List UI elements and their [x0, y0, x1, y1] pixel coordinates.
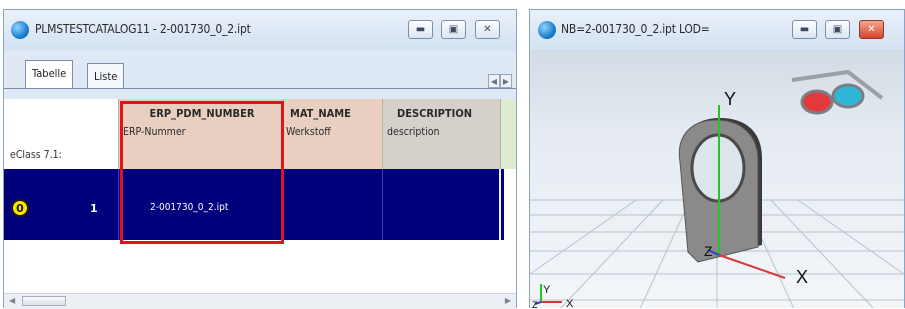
- catalog-window: PLMSTESTCATALOG11 - 2-001730_0_2.ipt ▬ ▣…: [3, 9, 517, 309]
- close-button[interactable]: ✕: [475, 20, 500, 39]
- 3d-glasses-icon[interactable]: [791, 69, 884, 115]
- column-header-description[interactable]: DESCRIPTION description: [383, 99, 501, 169]
- row-status-badge: 0: [11, 199, 29, 217]
- mini-z-label: Z: [532, 300, 538, 308]
- ring-part-model: [678, 118, 762, 263]
- mini-y-label: Y: [543, 284, 551, 296]
- viewer-title-bar[interactable]: NB=2-001730_0_2.ipt LOD= ▬ ▣ ✕: [530, 10, 904, 50]
- cell-description[interactable]: [383, 169, 501, 240]
- tab-strip: Tabelle Liste ◀ ▶: [4, 50, 516, 99]
- viewer-maximize-button[interactable]: ▣: [825, 20, 850, 39]
- cell-mat-name[interactable]: [284, 169, 383, 240]
- viewer-window: NB=2-001730_0_2.ipt LOD= ▬ ▣ ✕ Y X Z Y X…: [529, 9, 905, 308]
- tab-tabelle[interactable]: Tabelle: [25, 60, 74, 88]
- catalog-title-bar[interactable]: PLMSTESTCATALOG11 - 2-001730_0_2.ipt ▬ ▣…: [4, 10, 516, 50]
- scrollbar-thumb[interactable]: [22, 296, 66, 306]
- maximize-icon: ▣: [832, 23, 843, 35]
- horizontal-scrollbar[interactable]: ◀ ▶: [4, 293, 516, 309]
- z-axis-label: Z: [704, 243, 713, 259]
- scroll-right-icon[interactable]: ▶: [505, 296, 511, 305]
- column-caption: description: [387, 126, 440, 138]
- tab-scroll-buttons: ◀ ▶: [488, 74, 512, 88]
- viewer-window-title: NB=2-001730_0_2.ipt LOD=: [561, 22, 710, 36]
- highlight-frame: [120, 101, 284, 244]
- row-number: 1: [90, 202, 98, 215]
- minimize-icon: ▬: [415, 23, 426, 35]
- minimize-icon: ▬: [799, 23, 810, 35]
- minimize-button[interactable]: ▬: [408, 20, 433, 39]
- view-orientation-triad[interactable]: Y X Z: [532, 284, 574, 308]
- scroll-left-icon[interactable]: ◀: [9, 296, 15, 305]
- tab-scroll-left-icon[interactable]: ◀: [488, 74, 500, 88]
- y-axis-label: Y: [724, 89, 736, 109]
- row-header-cell: eClass 7.1:: [4, 99, 119, 169]
- column-name: MAT_NAME: [290, 107, 351, 120]
- viewer-minimize-button[interactable]: ▬: [792, 20, 817, 39]
- column-name: DESCRIPTION: [397, 107, 473, 120]
- maximize-button[interactable]: ▣: [441, 20, 466, 39]
- 3d-viewport[interactable]: Y X Z Y X Z: [530, 50, 904, 308]
- tab-divider: [4, 88, 516, 89]
- catalog-table: eClass 7.1: ERP_PDM_NUMBER ERP-Nummer MA…: [4, 99, 516, 309]
- column-caption: Werkstoff: [286, 126, 331, 138]
- column-header-next[interactable]: [501, 99, 516, 169]
- viewer-close-button[interactable]: ✕: [859, 20, 884, 39]
- mini-x-label: X: [566, 298, 574, 308]
- x-axis-label: X: [796, 267, 808, 287]
- tab-scroll-right-icon[interactable]: ▶: [500, 74, 512, 88]
- app-icon: [11, 21, 29, 39]
- tab-liste[interactable]: Liste: [87, 63, 125, 88]
- maximize-icon: ▣: [448, 23, 459, 35]
- app-icon: [538, 21, 556, 39]
- column-header-mat-name[interactable]: MAT_NAME Werkstoff: [284, 99, 383, 169]
- eclass-label: eClass 7.1:: [10, 149, 62, 161]
- close-icon: ✕: [483, 23, 492, 35]
- close-icon: ✕: [867, 23, 876, 35]
- 3d-scene: Y X Z Y X Z: [530, 69, 904, 308]
- catalog-window-title: PLMSTESTCATALOG11 - 2-001730_0_2.ipt: [35, 22, 251, 36]
